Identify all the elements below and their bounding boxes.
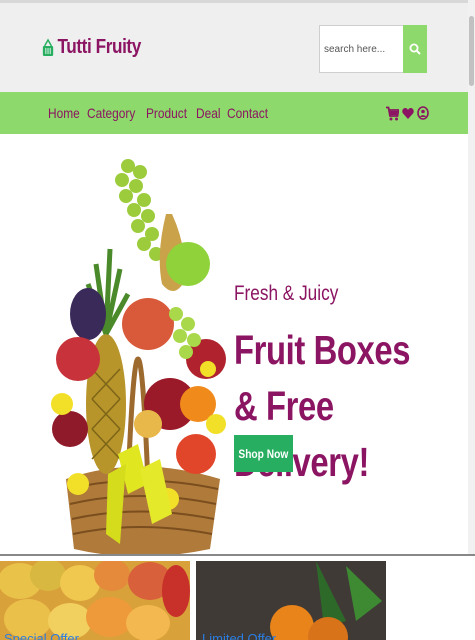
search-button[interactable] [403, 25, 427, 73]
nav-icons [386, 92, 429, 134]
user-icon[interactable] [417, 106, 429, 120]
nav-product[interactable]: Product [146, 105, 187, 121]
basket-icon [42, 38, 54, 56]
nav-contact[interactable]: Contact [227, 105, 268, 121]
search-input[interactable] [319, 25, 403, 73]
offer-card-special[interactable]: Special Offer [0, 561, 190, 640]
hero-title-line1: Fruit Boxes & Free [234, 327, 411, 429]
page-scrollbar[interactable] [468, 0, 475, 556]
offer-label-special[interactable]: Special Offer [4, 631, 79, 640]
nav-category[interactable]: Category [87, 105, 135, 121]
orange-image [196, 561, 386, 640]
mango-image [0, 561, 190, 640]
shop-now-label: Shop Now [238, 446, 289, 461]
search-bar [319, 25, 427, 73]
hero-banner: Fresh & Juicy Fruit Boxes & Free Deliver… [0, 134, 468, 554]
scrollbar-thumb[interactable] [469, 16, 474, 86]
brand-name: Tutti Fruity [57, 36, 141, 58]
offer-card-limited[interactable]: Limited Offer [196, 561, 386, 640]
fruit-basket-image [51, 159, 226, 554]
brand-logo[interactable]: Tutti Fruity [42, 36, 141, 59]
search-icon [409, 43, 421, 55]
cart-icon[interactable] [386, 106, 399, 121]
nav-home[interactable]: Home [48, 105, 80, 121]
section-divider [0, 554, 475, 556]
header: Tutti Fruity [0, 0, 468, 92]
heart-icon[interactable] [402, 107, 414, 120]
navbar: Home Category Product Deal Contact [0, 92, 468, 134]
nav-deal[interactable]: Deal [196, 105, 220, 121]
offer-label-limited[interactable]: Limited Offer [202, 631, 276, 640]
hero-subtitle: Fresh & Juicy [234, 282, 339, 305]
shop-now-button[interactable]: Shop Now [234, 435, 293, 472]
nav-links: Home Category Product Deal Contact [48, 92, 285, 134]
